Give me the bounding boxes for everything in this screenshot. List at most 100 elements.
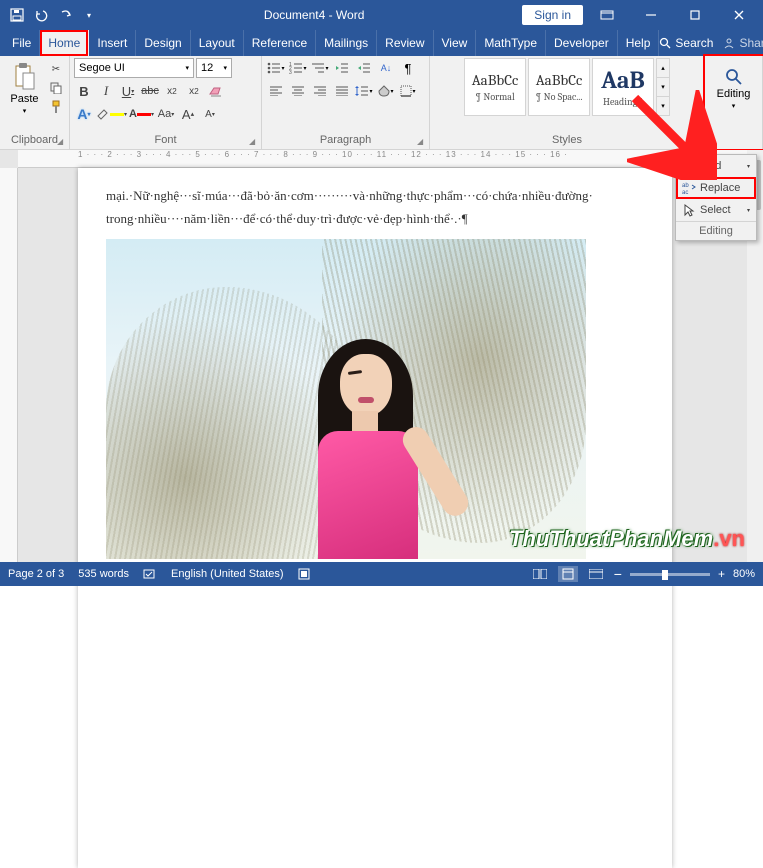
paste-button[interactable]: Paste ▾ (4, 58, 45, 120)
paste-label: Paste (10, 93, 38, 105)
styles-launcher-icon[interactable]: ◢ (692, 137, 702, 147)
justify-icon[interactable] (332, 81, 352, 101)
paragraph-launcher-icon[interactable]: ◢ (417, 137, 427, 147)
sign-in-button[interactable]: Sign in (522, 5, 583, 25)
word-count[interactable]: 535 words (78, 568, 129, 580)
editing-button[interactable]: Editing ▾ (709, 58, 758, 120)
font-color-icon[interactable]: A▾ (129, 104, 154, 124)
ribbon-display-icon[interactable] (587, 3, 627, 27)
tab-developer[interactable]: Developer (546, 30, 618, 56)
font-group-label: Font (74, 132, 257, 149)
style-normal[interactable]: AaBbCc ¶ Normal (464, 58, 526, 116)
tab-layout[interactable]: Layout (191, 30, 244, 56)
find-button[interactable]: Find ▾ (676, 155, 756, 177)
read-mode-icon[interactable] (530, 566, 550, 582)
minimize-icon[interactable] (631, 3, 671, 27)
italic-button[interactable]: I (96, 81, 116, 101)
change-case-button[interactable]: Aa▾ (156, 104, 176, 124)
select-button[interactable]: Select ▾ (676, 199, 756, 221)
zoom-out-icon[interactable]: − (614, 566, 622, 582)
group-paragraph: ▾ 123▾ ▾ A↓ ¶ ▾ ▾ ▾ Paragraph ◢ (262, 56, 430, 149)
tab-review[interactable]: Review (377, 30, 433, 56)
page-indicator[interactable]: Page 2 of 3 (8, 568, 64, 580)
clipboard-group-label: Clipboard (4, 132, 65, 149)
numbering-icon[interactable]: 123▾ (288, 58, 308, 78)
tab-reference[interactable]: Reference (244, 30, 316, 56)
zoom-in-icon[interactable]: + (718, 567, 725, 581)
svg-text:ab: ab (682, 183, 689, 189)
format-painter-icon[interactable] (47, 98, 65, 116)
styles-scroll-down-icon[interactable]: ▾ (657, 77, 669, 96)
share-label: Share (739, 36, 763, 50)
font-size-select[interactable]: 12▾ (196, 58, 232, 78)
share-button[interactable]: Share (723, 36, 763, 50)
align-center-icon[interactable] (288, 81, 308, 101)
grow-font-icon[interactable]: A▴ (178, 104, 198, 124)
document-title: Document4 - Word (106, 8, 522, 22)
tab-file[interactable]: File (4, 30, 40, 56)
search-label: Search (675, 36, 713, 50)
save-icon[interactable] (6, 4, 28, 26)
zoom-level[interactable]: 80% (733, 568, 755, 580)
style-heading-1[interactable]: AaB Heading 1 (592, 58, 654, 116)
web-layout-icon[interactable] (586, 566, 606, 582)
document-text[interactable]: mại.·Nữ·nghệ···sĩ·múa···đã·bỏ·ăn·cơm····… (78, 168, 672, 239)
styles-scroll-up-icon[interactable]: ▴ (657, 59, 669, 77)
bold-button[interactable]: B (74, 81, 94, 101)
tab-view[interactable]: View (434, 30, 477, 56)
text-effects-icon[interactable]: A▾ (74, 104, 94, 124)
ribbon: Paste ▾ ✂ Clipboard ◢ Segoe UI▾ 12▾ B I … (0, 56, 763, 150)
subscript-button[interactable]: x2 (162, 81, 182, 101)
underline-button[interactable]: U▾ (118, 81, 138, 101)
redo-icon[interactable] (54, 4, 76, 26)
zoom-slider[interactable] (630, 573, 710, 576)
copy-icon[interactable] (47, 79, 65, 97)
tab-insert[interactable]: Insert (89, 30, 136, 56)
spell-check-icon[interactable] (143, 568, 157, 580)
ruler-horizontal[interactable]: 1 · · · 2 · · · 3 · · · 4 · · · 5 · · · … (18, 150, 763, 168)
qat-customize-icon[interactable]: ▾ (78, 4, 100, 26)
tab-mathtype[interactable]: MathType (476, 30, 546, 56)
maximize-icon[interactable] (675, 3, 715, 27)
close-icon[interactable] (719, 3, 759, 27)
search-button[interactable]: Search (659, 36, 713, 50)
tab-home[interactable]: Home (40, 30, 89, 56)
clear-formatting-icon[interactable] (206, 81, 226, 101)
align-right-icon[interactable] (310, 81, 330, 101)
show-marks-icon[interactable]: ¶ (398, 58, 418, 78)
tab-mailings[interactable]: Mailings (316, 30, 377, 56)
macro-icon[interactable] (298, 568, 310, 580)
style-no-spacing[interactable]: AaBbCc ¶ No Spac... (528, 58, 590, 116)
line-spacing-icon[interactable]: ▾ (354, 81, 374, 101)
tab-help[interactable]: Help (618, 30, 660, 56)
search-icon (725, 68, 743, 86)
print-layout-icon[interactable] (558, 566, 578, 582)
styles-more-icon[interactable]: ▾ (657, 96, 669, 115)
ruler-vertical[interactable] (0, 168, 18, 562)
increase-indent-icon[interactable] (354, 58, 374, 78)
bullets-icon[interactable]: ▾ (266, 58, 286, 78)
shading-icon[interactable]: ▾ (376, 81, 396, 101)
group-clipboard: Paste ▾ ✂ Clipboard ◢ (0, 56, 70, 149)
align-left-icon[interactable] (266, 81, 286, 101)
document-image[interactable] (106, 239, 586, 559)
strikethrough-button[interactable]: abc (140, 81, 160, 101)
decrease-indent-icon[interactable] (332, 58, 352, 78)
svg-text:3: 3 (289, 70, 292, 74)
replace-button[interactable]: abac Replace (676, 177, 756, 199)
tab-design[interactable]: Design (136, 30, 190, 56)
multilevel-list-icon[interactable]: ▾ (310, 58, 330, 78)
font-name-select[interactable]: Segoe UI▾ (74, 58, 194, 78)
svg-text:ac: ac (682, 190, 688, 195)
language-indicator[interactable]: English (United States) (171, 568, 284, 580)
cut-icon[interactable]: ✂ (47, 60, 65, 78)
borders-icon[interactable]: ▾ (398, 81, 418, 101)
clipboard-launcher-icon[interactable]: ◢ (57, 137, 67, 147)
shrink-font-icon[interactable]: A▾ (200, 104, 220, 124)
page[interactable]: mại.·Nữ·nghệ···sĩ·múa···đã·bỏ·ăn·cơm····… (78, 168, 672, 868)
undo-icon[interactable] (30, 4, 52, 26)
highlight-icon[interactable]: ▾ (96, 104, 127, 124)
superscript-button[interactable]: x2 (184, 81, 204, 101)
sort-icon[interactable]: A↓ (376, 58, 396, 78)
font-launcher-icon[interactable]: ◢ (249, 137, 259, 147)
